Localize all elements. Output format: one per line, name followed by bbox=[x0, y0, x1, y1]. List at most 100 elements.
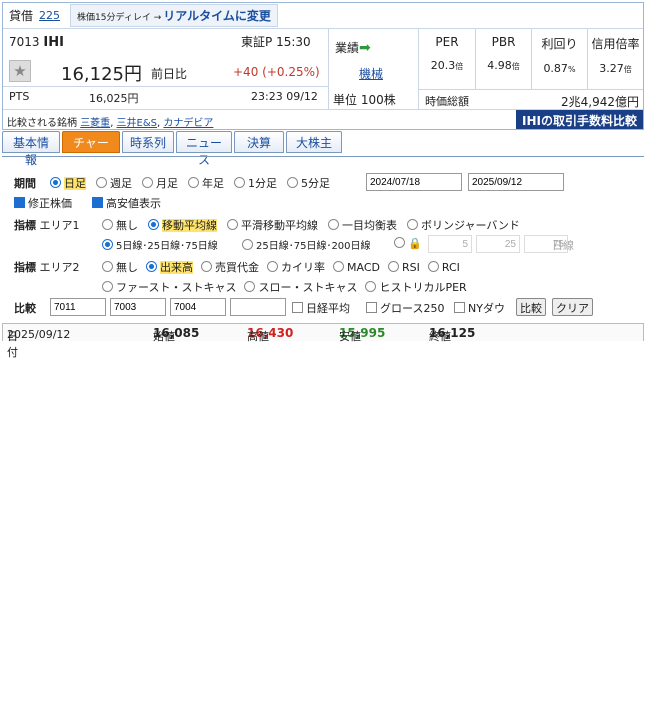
radio-option[interactable]: ボリンジャーバンド bbox=[407, 219, 520, 232]
compare-stock-link[interactable]: カナデビア bbox=[163, 118, 213, 129]
radio-button[interactable] bbox=[201, 261, 212, 272]
radio-button[interactable] bbox=[328, 219, 339, 230]
radio-option[interactable]: 日足 bbox=[50, 177, 86, 190]
radio-button[interactable] bbox=[96, 177, 107, 188]
radio-option[interactable]: カイリ率 bbox=[267, 261, 325, 274]
price-change: +40 bbox=[233, 65, 259, 79]
date-from-input[interactable] bbox=[366, 173, 462, 191]
growth250-checkbox[interactable] bbox=[366, 302, 377, 313]
pts-time: 23:23 bbox=[251, 90, 283, 103]
radio-option[interactable]: RSI bbox=[387, 261, 420, 274]
ma-custom-radio[interactable] bbox=[394, 237, 405, 248]
radio-button[interactable] bbox=[287, 177, 298, 188]
compare-code-input[interactable] bbox=[50, 298, 106, 316]
metric-cell: PER 20.3倍 bbox=[419, 29, 475, 89]
arrow-right-icon[interactable]: ➡ bbox=[359, 40, 371, 56]
radio-button[interactable] bbox=[142, 177, 153, 188]
radio-button[interactable] bbox=[227, 219, 238, 230]
radio-button[interactable] bbox=[102, 219, 113, 230]
radio-option[interactable]: 無し bbox=[102, 261, 138, 274]
tab-chart[interactable]: チャート bbox=[62, 131, 120, 167]
radio-label: 移動平均線 bbox=[162, 219, 217, 232]
radio-button[interactable] bbox=[146, 261, 157, 272]
nikkei-checkbox[interactable] bbox=[292, 302, 303, 313]
radio-option[interactable]: MACD bbox=[333, 261, 380, 274]
metrics-box: PER 20.3倍 PBR 4.98倍 利回り 0.87% 信用倍率 3.27倍 bbox=[419, 29, 643, 89]
metric-unit: 倍 bbox=[623, 65, 632, 74]
radio-button[interactable] bbox=[244, 281, 256, 292]
radio-button[interactable] bbox=[365, 281, 377, 292]
ma-option-radio[interactable] bbox=[102, 239, 113, 250]
compare-code-input[interactable] bbox=[110, 298, 166, 316]
compare-button[interactable]: 比較 bbox=[516, 298, 546, 316]
radio-option[interactable]: 年足 bbox=[188, 177, 224, 190]
header-row1: 貸借 225 株価15分ディレイ → リアルタイムに変更 bbox=[3, 3, 643, 29]
radio-button[interactable] bbox=[148, 219, 159, 230]
radio-label: 月足 bbox=[156, 177, 178, 190]
radio-option[interactable]: 週足 bbox=[96, 177, 132, 190]
radio-label: ファースト・ストキャス bbox=[116, 281, 237, 294]
radio-button[interactable] bbox=[188, 177, 199, 188]
radio-option[interactable]: 無し bbox=[102, 219, 138, 232]
ma-custom-input[interactable] bbox=[428, 235, 472, 253]
compare-code-input[interactable] bbox=[230, 298, 286, 316]
radio-option[interactable]: 移動平均線 bbox=[148, 219, 217, 232]
realtime-link[interactable]: リアルタイムに変更 bbox=[163, 9, 271, 23]
radio-option[interactable]: RCI bbox=[427, 261, 460, 274]
radio-option[interactable]: 売買代金 bbox=[201, 261, 259, 274]
compare-stock-link[interactable]: 三井E&S bbox=[117, 118, 157, 129]
lending-number-link[interactable]: 225 bbox=[39, 9, 60, 22]
clear-button[interactable]: クリア bbox=[552, 298, 593, 316]
radio-button[interactable] bbox=[427, 261, 439, 272]
radio-label: 無し bbox=[116, 219, 138, 232]
delay-note: 株価15分ディレイ → bbox=[77, 13, 162, 23]
radio-option[interactable]: 平滑移動平均線 bbox=[227, 219, 318, 232]
metric-cell: 信用倍率 3.27倍 bbox=[587, 29, 643, 89]
ma-custom-input[interactable] bbox=[476, 235, 520, 253]
tab-basic[interactable]: 基本情報 bbox=[2, 131, 60, 167]
radio-button[interactable] bbox=[102, 261, 113, 272]
metric-value: 0.87 bbox=[543, 62, 568, 75]
radio-button[interactable] bbox=[387, 261, 399, 272]
radio-option[interactable]: 5分足 bbox=[287, 177, 330, 190]
radio-option[interactable]: ヒストリカルPER bbox=[365, 281, 467, 294]
ma-option-radio[interactable] bbox=[242, 239, 253, 250]
date-to-input[interactable] bbox=[468, 173, 564, 191]
radio-option[interactable]: スロー・ストキャス bbox=[244, 281, 357, 294]
radio-label: スロー・ストキャス bbox=[258, 281, 358, 294]
high-low-checkbox[interactable] bbox=[92, 197, 103, 208]
nydow-checkbox[interactable] bbox=[454, 302, 465, 313]
indicator-label: 指標 bbox=[14, 219, 36, 232]
tab-news[interactable]: ニュース bbox=[176, 131, 232, 167]
radio-option[interactable]: 月足 bbox=[142, 177, 178, 190]
fee-comparison-banner[interactable]: IHIの取引手数料比較 bbox=[516, 110, 643, 129]
radio-option[interactable]: 出来高 bbox=[146, 261, 193, 274]
compare-code-input[interactable] bbox=[170, 298, 226, 316]
radio-option[interactable]: ファースト・ストキャス bbox=[102, 281, 236, 294]
radio-button[interactable] bbox=[234, 177, 245, 188]
radio-option[interactable]: 一目均衡表 bbox=[328, 219, 397, 232]
radio-label: 日足 bbox=[64, 177, 86, 190]
compare-stock-link[interactable]: 三菱重 bbox=[80, 118, 110, 129]
sector-link[interactable]: 機械 bbox=[359, 65, 383, 82]
radio-label: 売買代金 bbox=[215, 261, 259, 274]
radio-button[interactable] bbox=[267, 261, 278, 272]
radio-button[interactable] bbox=[407, 219, 418, 230]
radio-label: 週足 bbox=[110, 177, 132, 190]
radio-button[interactable] bbox=[102, 281, 113, 292]
adj-price-checkbox[interactable] bbox=[14, 197, 25, 208]
radio-option[interactable]: 1分足 bbox=[234, 177, 277, 190]
tab-results[interactable]: 決算 bbox=[234, 131, 284, 153]
radio-button[interactable] bbox=[333, 261, 344, 272]
nikkei-label: 日経平均 bbox=[306, 302, 350, 315]
radio-button[interactable] bbox=[50, 177, 61, 188]
tab-shareholders[interactable]: 大株主 bbox=[286, 131, 342, 153]
radio-label: ヒストリカルPER bbox=[379, 281, 467, 294]
favorite-star-icon[interactable]: ★ bbox=[9, 60, 31, 82]
radio-label: 無し bbox=[116, 261, 138, 274]
tab-timeseries[interactable]: 時系列 bbox=[122, 131, 174, 153]
metric-label: PER bbox=[435, 35, 459, 49]
lending-label: 貸借 bbox=[9, 9, 34, 23]
price-chart[interactable]: 4000600080001000012000140001600018000889… bbox=[0, 322, 648, 725]
high-low-label: 高安値表示 bbox=[106, 197, 161, 210]
